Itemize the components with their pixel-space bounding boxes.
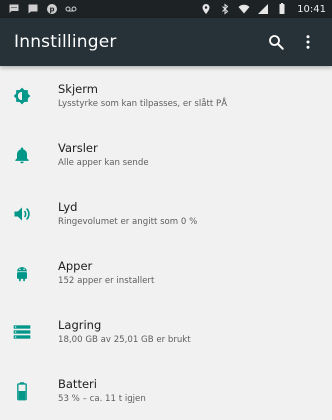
status-bar: p 10:41 bbox=[0, 0, 332, 18]
status-right-icons: 10:41 bbox=[200, 3, 326, 15]
bluetooth-icon bbox=[219, 3, 231, 15]
sms-icon bbox=[8, 3, 20, 15]
chat-icon bbox=[27, 3, 39, 15]
location-icon bbox=[200, 3, 212, 15]
settings-list: Skjerm Lysstyrke som kan tilpasses, er s… bbox=[0, 66, 332, 420]
settings-item-title: Apper bbox=[58, 258, 93, 273]
settings-item-subtitle: Alle apper kan sende bbox=[58, 157, 149, 168]
battery-icon bbox=[12, 381, 32, 401]
settings-item-title: Batteri bbox=[58, 376, 97, 391]
settings-item-apper[interactable]: Apper 152 apper er installert bbox=[0, 243, 332, 302]
settings-item-subtitle: Ringevolumet er angitt som 0 % bbox=[58, 216, 198, 227]
settings-item-lyd[interactable]: Lyd Ringevolumet er angitt som 0 % bbox=[0, 184, 332, 243]
search-icon bbox=[269, 35, 284, 50]
settings-item-lagring[interactable]: Lagring 18,00 GB av 25,01 GB er brukt bbox=[0, 302, 332, 361]
more-vert-icon bbox=[306, 35, 310, 49]
search-button[interactable] bbox=[260, 26, 292, 58]
settings-item-subtitle: 53 % – ca. 11 t igjen bbox=[58, 393, 146, 404]
storage-icon bbox=[12, 322, 32, 342]
brightness-icon bbox=[12, 86, 32, 106]
battery-icon bbox=[276, 3, 288, 15]
app-bar: Innstillinger bbox=[0, 18, 332, 66]
settings-item-skjerm[interactable]: Skjerm Lysstyrke som kan tilpasses, er s… bbox=[0, 66, 332, 125]
settings-item-title: Lagring bbox=[58, 317, 102, 332]
wifi-icon bbox=[238, 3, 250, 15]
settings-item-batteri[interactable]: Batteri 53 % – ca. 11 t igjen bbox=[0, 361, 332, 420]
status-left-icons: p bbox=[8, 3, 77, 15]
overflow-menu-button[interactable] bbox=[292, 26, 324, 58]
pinterest-icon: p bbox=[46, 3, 58, 15]
page-title: Innstillinger bbox=[14, 32, 117, 52]
settings-item-title: Skjerm bbox=[58, 81, 98, 96]
svg-text:p: p bbox=[49, 6, 54, 14]
settings-item-subtitle: Lysstyrke som kan tilpasses, er slått PÅ bbox=[58, 98, 228, 109]
settings-item-subtitle: 18,00 GB av 25,01 GB er brukt bbox=[58, 334, 191, 345]
settings-item-varsler[interactable]: Varsler Alle apper kan sende bbox=[0, 125, 332, 184]
settings-item-title: Varsler bbox=[58, 140, 98, 155]
android-icon bbox=[12, 263, 32, 283]
settings-item-subtitle: 152 apper er installert bbox=[58, 275, 155, 286]
volume-icon bbox=[12, 204, 32, 224]
status-time: 10:41 bbox=[297, 3, 326, 15]
signal-icon bbox=[257, 3, 269, 15]
voicemail-icon bbox=[65, 3, 77, 15]
settings-item-title: Lyd bbox=[58, 199, 78, 214]
bell-icon bbox=[12, 145, 32, 165]
